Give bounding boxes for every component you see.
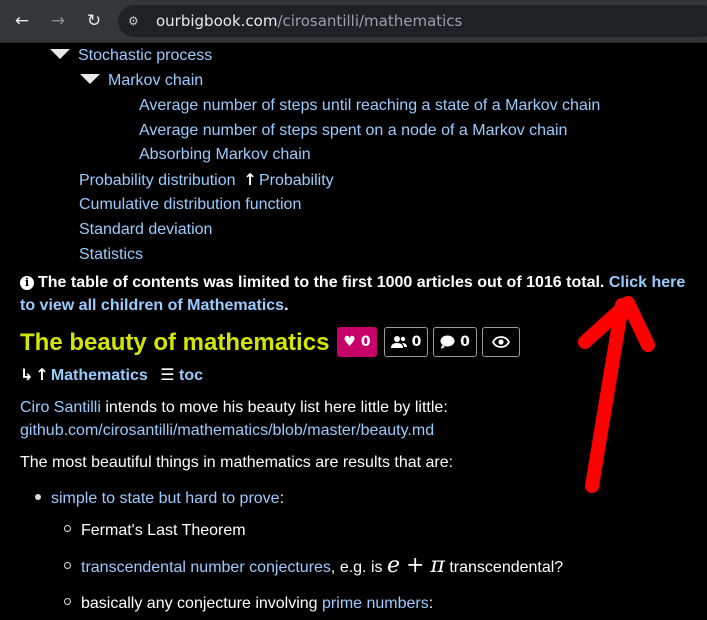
page-content: Stochastic process Markov chain Average … <box>0 43 707 620</box>
forward-arrow-icon[interactable]: → <box>46 9 70 33</box>
reload-icon[interactable]: ↻ <box>82 9 106 33</box>
site-info-icon[interactable]: ⚙ <box>128 13 144 29</box>
back-arrow-icon[interactable]: ← <box>10 9 34 33</box>
browser-toolbar: ← → ↻ ⚙ ourbigbook.com/cirosantilli/math… <box>0 0 707 43</box>
address-bar[interactable]: ⚙ ourbigbook.com/cirosantilli/mathematic… <box>118 5 707 37</box>
red-arrow-annotation <box>578 296 655 493</box>
url-text[interactable]: ourbigbook.com/cirosantilli/mathematics <box>156 12 462 30</box>
